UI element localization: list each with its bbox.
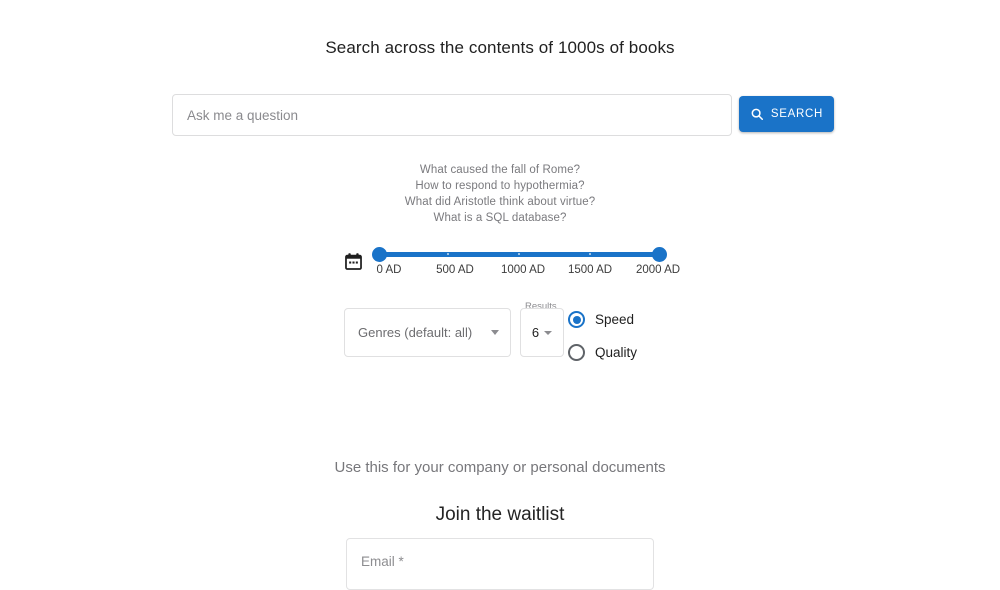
example-question: What is a SQL database? <box>0 210 1000 226</box>
mode-radio-speed[interactable]: Speed <box>568 303 688 336</box>
example-questions: What caused the fall of Rome? How to res… <box>0 162 1000 226</box>
radio-selected-icon <box>568 311 585 328</box>
waitlist-heading: Join the waitlist <box>290 504 710 526</box>
results-select[interactable]: 6 <box>520 308 564 357</box>
mode-radio-quality-label: Quality <box>595 345 637 360</box>
slider-control[interactable]: 0 AD 500 AD 1000 AD 1500 AD 2000 AD <box>377 248 662 284</box>
search-input[interactable] <box>172 94 732 136</box>
slider-thumb-min[interactable] <box>372 247 387 262</box>
slider-tick-label: 0 AD <box>354 264 424 276</box>
example-question: How to respond to hypothermia? <box>0 178 1000 194</box>
slider-tick-label: 1500 AD <box>555 264 625 276</box>
genres-select[interactable]: Genres (default: all) <box>344 308 511 357</box>
email-field-label: Email * <box>361 554 404 569</box>
search-row: SEARCH <box>172 94 834 136</box>
chevron-down-icon <box>491 330 499 335</box>
mode-radio-group: Speed Quality <box>568 303 688 369</box>
landing-page: Search across the contents of 1000s of b… <box>0 0 1000 563</box>
genres-select-value: Genres (default: all) <box>358 325 491 340</box>
slider-tick-label: 1000 AD <box>488 264 558 276</box>
chevron-down-icon <box>544 331 552 335</box>
example-question: What did Aristotle think about virtue? <box>0 194 1000 210</box>
results-select-value: 6 <box>532 325 539 340</box>
mode-radio-quality[interactable]: Quality <box>568 336 688 369</box>
controls-row: Genres (default: all) Results 6 Speed Qu… <box>344 303 644 361</box>
radio-unselected-icon <box>568 344 585 361</box>
slider-tick-label: 500 AD <box>420 264 490 276</box>
example-question: What caused the fall of Rome? <box>0 162 1000 178</box>
date-range-slider: 0 AD 500 AD 1000 AD 1500 AD 2000 AD <box>344 248 674 288</box>
mode-radio-speed-label: Speed <box>595 312 634 327</box>
search-button[interactable]: SEARCH <box>739 96 834 132</box>
slider-tick-labels: 0 AD 500 AD 1000 AD 1500 AD 2000 AD <box>349 264 690 280</box>
page-title: Search across the contents of 1000s of b… <box>0 38 1000 58</box>
waitlist-tagline: Use this for your company or personal do… <box>290 455 710 480</box>
search-icon <box>750 107 764 121</box>
search-button-label: SEARCH <box>771 108 823 120</box>
slider-tick-label: 2000 AD <box>623 264 693 276</box>
email-field[interactable]: Email * <box>346 538 654 590</box>
slider-thumb-max[interactable] <box>652 247 667 262</box>
